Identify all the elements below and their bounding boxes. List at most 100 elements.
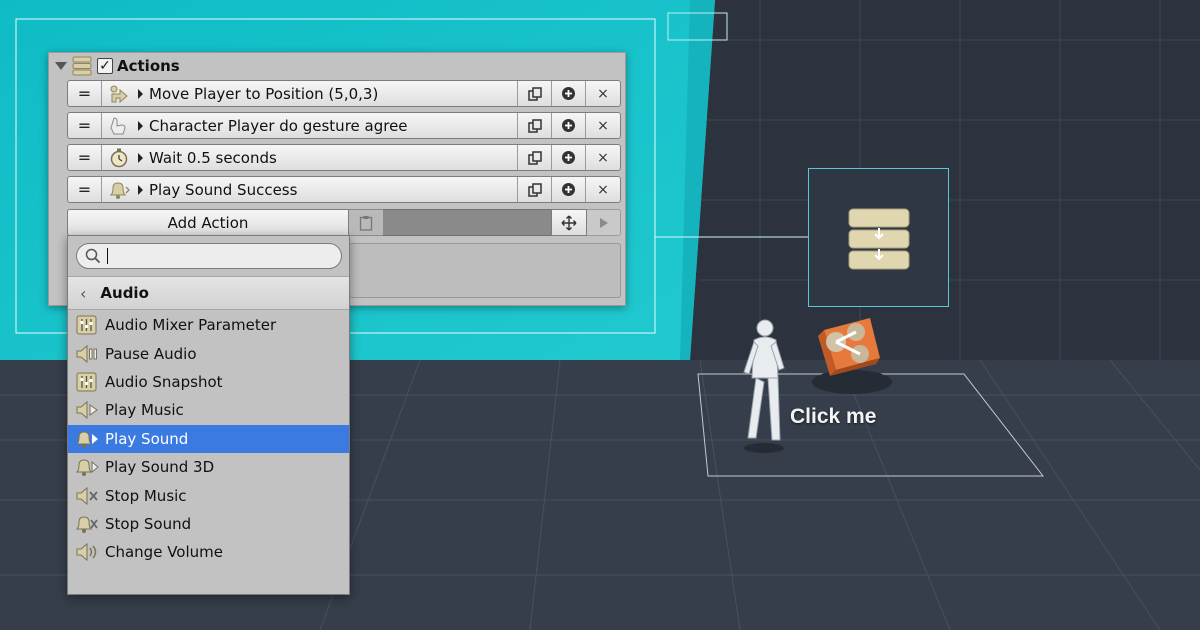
action-item[interactable]: Character Player do gesture agree [102,113,518,138]
actions-stack-icon [72,56,92,76]
list-item-label: Play Music [105,401,184,420]
plus-circle-icon [562,183,575,196]
remove-button[interactable]: × [586,177,620,202]
trigger-shadow [812,370,892,394]
category-title: Audio [100,284,149,302]
action-type-list: Audio Mixer Parameter Pause Audio Audio … [68,311,349,567]
speaker-play-icon [76,401,98,420]
move-arrows-icon [561,215,577,230]
list-item[interactable]: Pause Audio [68,339,349,367]
list-item[interactable]: Play Sound 3D [68,453,349,481]
actions-enabled-checkbox[interactable]: ✓ [97,58,113,74]
list-item[interactable]: Change Volume [68,538,349,566]
search-input[interactable] [76,243,342,269]
trigger-cube [818,318,880,376]
actions-stack-icon [848,208,910,270]
action-picker-dropdown: ‹ Audio Audio Mixer Parameter Pause Audi… [67,235,350,595]
plus-circle-icon [562,119,575,132]
list-item[interactable]: Stop Sound [68,510,349,538]
add-action-button[interactable]: Add Action [67,209,349,236]
duplicate-icon [527,150,542,165]
click-me-label: Click me [790,405,877,428]
duplicate-button[interactable] [518,81,552,106]
player-character [743,319,785,441]
remove-button[interactable]: × [586,81,620,106]
add-below-button[interactable] [552,113,586,138]
list-item-selected[interactable]: Play Sound [68,424,349,453]
play-button[interactable] [587,209,621,236]
actions-header: ✓ Actions [49,53,625,79]
plus-circle-icon [562,151,575,164]
speaker-volume-icon [76,543,97,562]
speaker-stop-icon [76,486,98,505]
bell-play-icon [75,459,99,477]
expand-arrow-icon[interactable] [138,120,143,131]
move-handle-button[interactable] [551,209,587,236]
bell-stop-icon [75,516,98,533]
duplicate-button[interactable] [518,177,552,202]
foldout-arrow-icon[interactable] [55,62,67,70]
move-arrow-icon [110,85,128,103]
action-details-box [349,243,621,298]
action-row[interactable]: = Play Sound Success × [67,176,621,203]
remove-button[interactable]: × [586,113,620,138]
reorder-handle[interactable]: = [68,81,102,106]
list-item[interactable]: Play Music [68,396,349,424]
target-field[interactable] [383,209,551,236]
reorder-handle[interactable]: = [68,177,102,202]
play-icon [599,217,608,228]
actions-title: Actions [117,57,180,75]
clipboard-icon [359,215,373,231]
list-item-label: Stop Music [105,486,187,505]
bell-sound-icon [109,181,130,199]
text-caret [107,248,108,264]
list-item[interactable]: Audio Snapshot [68,368,349,396]
action-label: Play Sound Success [149,180,298,199]
paste-button[interactable] [349,209,383,236]
bell-play-icon [75,431,98,448]
reorder-handle[interactable]: = [68,145,102,170]
list-item[interactable]: Stop Music [68,481,349,509]
add-action-row: Add Action [67,209,621,236]
list-item-label: Play Sound 3D [105,458,215,477]
list-item-label: Play Sound [105,429,189,448]
mixer-icon [76,372,97,392]
back-chevron-icon[interactable]: ‹ [80,284,86,303]
reorder-handle[interactable]: = [68,113,102,138]
gesture-hand-icon [110,116,126,134]
list-item[interactable]: Audio Mixer Parameter [68,311,349,339]
actions-gizmo [808,168,949,307]
expand-arrow-icon[interactable] [138,88,143,99]
list-item-label: Pause Audio [105,344,197,363]
mixer-icon [76,315,97,335]
action-item[interactable]: Move Player to Position (5,0,3) [102,81,518,106]
expand-arrow-icon[interactable] [138,152,143,163]
action-item[interactable]: Wait 0.5 seconds [102,145,518,170]
add-below-button[interactable] [552,177,586,202]
add-below-button[interactable] [552,81,586,106]
action-label: Move Player to Position (5,0,3) [149,84,379,103]
duplicate-button[interactable] [518,145,552,170]
duplicate-icon [527,118,542,133]
list-item-label: Audio Snapshot [105,372,223,391]
duplicate-icon [527,182,542,197]
duplicate-icon [527,86,542,101]
action-label: Wait 0.5 seconds [149,148,277,167]
action-row[interactable]: = Character Player do gesture agree × [67,112,621,139]
action-row[interactable]: = Move Player to Position (5,0,3) × [67,80,621,107]
expand-arrow-icon[interactable] [138,184,143,195]
category-header[interactable]: ‹ Audio [68,276,349,310]
character-and-trigger [743,318,892,453]
list-item-label: Audio Mixer Parameter [105,316,277,335]
remove-button[interactable]: × [586,145,620,170]
stopwatch-icon [110,148,128,167]
duplicate-button[interactable] [518,113,552,138]
search-icon [85,248,101,264]
list-item-label: Change Volume [105,543,223,562]
action-row[interactable]: = Wait 0.5 seconds × [67,144,621,171]
action-label: Character Player do gesture agree [149,116,408,135]
speaker-pause-icon [76,344,97,363]
list-item-label: Stop Sound [105,514,192,533]
action-item[interactable]: Play Sound Success [102,177,518,202]
add-below-button[interactable] [552,145,586,170]
